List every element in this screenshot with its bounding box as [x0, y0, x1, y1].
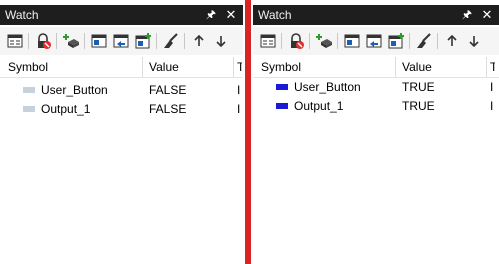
value-cell: FALSE — [149, 102, 187, 116]
watch-grid: Symbol Value T User_Button FALSE I Outpu… — [0, 56, 243, 264]
brush-icon[interactable] — [162, 32, 180, 50]
grid-header: Symbol Value T — [253, 56, 499, 78]
table-row[interactable]: Output_1 TRUE I — [253, 97, 499, 115]
type-cell: I — [490, 80, 494, 94]
toolbar-separator — [309, 33, 310, 49]
table-row[interactable]: Output_1 FALSE I — [0, 100, 243, 118]
value-cell: TRUE — [402, 80, 435, 94]
toolbar-separator — [28, 33, 29, 49]
add-icon[interactable] — [387, 32, 405, 50]
arrow-down-icon[interactable] — [212, 32, 230, 50]
toolbar-separator — [409, 33, 410, 49]
symbol-cell: User_Button — [294, 80, 361, 94]
toolbar — [0, 27, 243, 55]
watch-panel-left: Watch 🖈 ✕ Symbol Value T User_Button FAL… — [0, 0, 243, 264]
column-header-symbol[interactable]: Symbol — [261, 60, 301, 74]
add-variable-icon[interactable] — [62, 32, 80, 50]
type-cell: I — [237, 102, 241, 116]
toolbar-separator — [337, 33, 338, 49]
arrow-up-icon[interactable] — [443, 32, 461, 50]
type-cell: I — [237, 83, 241, 97]
value-cell: TRUE — [402, 99, 435, 113]
type-cell: I — [490, 99, 494, 113]
column-resize-handle[interactable] — [142, 57, 143, 77]
symbol-cell: Output_1 — [294, 99, 344, 113]
panel-divider — [243, 0, 253, 264]
toolbar-separator — [156, 33, 157, 49]
brush-icon[interactable] — [415, 32, 433, 50]
column-header-symbol[interactable]: Symbol — [8, 60, 48, 74]
export-icon[interactable] — [112, 32, 130, 50]
toolbar-separator — [437, 33, 438, 49]
toolbar-separator — [84, 33, 85, 49]
toolbar-separator — [184, 33, 185, 49]
toolbar — [253, 27, 499, 55]
symbol-cell: User_Button — [41, 83, 108, 97]
close-icon[interactable]: ✕ — [481, 8, 493, 22]
value-cell: FALSE — [149, 83, 187, 97]
symbol-cell: Output_1 — [41, 102, 91, 116]
add-icon[interactable] — [134, 32, 152, 50]
column-header-type[interactable]: T — [237, 60, 242, 74]
divider-bar — [245, 0, 251, 264]
window-icon[interactable] — [6, 32, 24, 50]
disconnect-icon[interactable] — [34, 32, 52, 50]
column-resize-handle[interactable] — [486, 57, 487, 77]
title-bar: Watch 🖈 ✕ — [253, 5, 499, 25]
table-row[interactable]: User_Button TRUE I — [253, 78, 499, 96]
column-resize-handle[interactable] — [233, 57, 234, 77]
view-icon[interactable] — [90, 32, 108, 50]
column-header-value[interactable]: Value — [149, 60, 179, 74]
toolbar-separator — [281, 33, 282, 49]
table-row[interactable]: User_Button FALSE I — [0, 81, 243, 99]
view-icon[interactable] — [343, 32, 361, 50]
add-variable-icon[interactable] — [315, 32, 333, 50]
variable-icon — [23, 106, 35, 112]
toolbar-separator — [56, 33, 57, 49]
variable-icon — [276, 84, 288, 90]
grid-header: Symbol Value T — [0, 56, 243, 78]
close-icon[interactable]: ✕ — [225, 8, 237, 22]
arrow-up-icon[interactable] — [190, 32, 208, 50]
watch-panel-right: Watch 🖈 ✕ Symbol Value T User_Button TRU… — [253, 0, 499, 264]
watch-grid: Symbol Value T User_Button TRUE I Output… — [253, 56, 499, 264]
pin-icon[interactable]: 🖈 — [205, 8, 217, 22]
variable-icon — [23, 87, 35, 93]
panel-title: Watch — [5, 8, 39, 22]
column-header-type[interactable]: T — [490, 60, 495, 74]
title-bar: Watch 🖈 ✕ — [0, 5, 243, 25]
column-header-value[interactable]: Value — [402, 60, 432, 74]
disconnect-icon[interactable] — [287, 32, 305, 50]
export-icon[interactable] — [365, 32, 383, 50]
window-icon[interactable] — [259, 32, 277, 50]
pin-icon[interactable]: 🖈 — [461, 8, 473, 22]
arrow-down-icon[interactable] — [465, 32, 483, 50]
panel-title: Watch — [258, 8, 292, 22]
column-resize-handle[interactable] — [395, 57, 396, 77]
variable-icon — [276, 103, 288, 109]
